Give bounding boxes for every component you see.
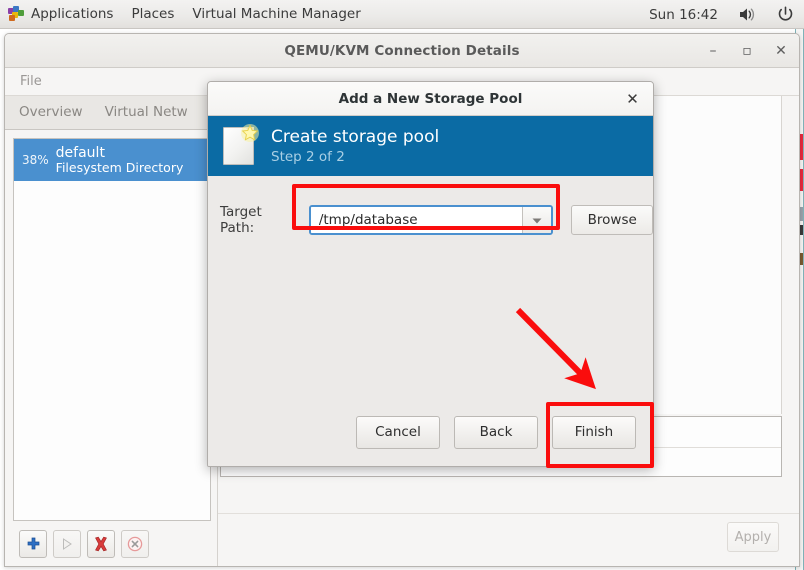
speaker-icon <box>740 8 755 21</box>
applications-menu-label: Applications <box>31 6 114 22</box>
close-button[interactable]: ✕ <box>771 41 791 61</box>
menu-file[interactable]: File <box>14 72 48 91</box>
finish-button[interactable]: Finish <box>552 415 636 449</box>
tab-strip: Overview Virtual Netw <box>5 96 217 130</box>
vmm-menu-label: Virtual Machine Manager <box>192 6 361 22</box>
delete-circle-icon <box>127 536 143 552</box>
window-title: QEMU/KVM Connection Details <box>284 42 520 59</box>
apply-button: Apply <box>727 522 779 552</box>
chevron-down-icon <box>532 218 542 223</box>
target-path-input[interactable] <box>310 207 522 233</box>
dialog-button-bar: Cancel Back Finish <box>208 398 653 466</box>
cancel-button[interactable]: Cancel <box>356 415 440 449</box>
play-icon <box>63 538 72 550</box>
target-path-combo[interactable] <box>308 205 554 235</box>
minimize-button[interactable]: – <box>703 41 723 61</box>
dialog-banner-heading: Create storage pool <box>271 127 440 147</box>
tab-virtual-networks[interactable]: Virtual Netw <box>105 104 188 129</box>
virtual-machine-manager-menu[interactable]: Virtual Machine Manager <box>183 0 369 29</box>
browse-button[interactable]: Browse <box>571 205 653 235</box>
plus-icon <box>27 537 39 549</box>
window-controls: – ▫ ✕ <box>703 34 791 68</box>
pool-toolbar <box>5 521 217 566</box>
target-path-dropdown-button[interactable] <box>521 207 552 233</box>
window-titlebar: QEMU/KVM Connection Details – ▫ ✕ <box>5 34 799 68</box>
delete-pool-button <box>121 530 149 558</box>
add-pool-button[interactable] <box>19 530 47 558</box>
gnome-logo-icon <box>8 6 24 22</box>
stop-pool-button[interactable] <box>87 530 115 558</box>
target-path-label: Target Path: <box>220 204 262 236</box>
clock-label: Sun 16:42 <box>649 6 718 23</box>
target-path-row: Target Path: Browse <box>208 204 653 236</box>
power-button[interactable] <box>767 0 804 29</box>
clock[interactable]: Sun 16:42 <box>639 0 728 29</box>
places-menu-label: Places <box>131 6 175 22</box>
dialog-banner-step: Step 2 of 2 <box>271 149 345 165</box>
left-pane: Overview Virtual Netw 38% default Filesy… <box>5 96 217 566</box>
tab-overview[interactable]: Overview <box>19 104 83 129</box>
volume-button[interactable] <box>728 0 767 29</box>
list-item[interactable]: 38% default Filesystem Directory <box>14 139 210 181</box>
pool-type: Filesystem Directory <box>55 159 184 175</box>
apply-bar: Apply <box>218 513 799 566</box>
maximize-button[interactable]: ▫ <box>737 41 757 61</box>
back-button[interactable]: Back <box>454 415 538 449</box>
pool-usage-percent: 38% <box>22 153 49 167</box>
storage-pool-list[interactable]: 38% default Filesystem Directory <box>13 138 211 521</box>
places-menu[interactable]: Places <box>122 0 183 29</box>
applications-menu[interactable]: Applications <box>0 0 122 29</box>
add-storage-pool-dialog: Add a New Storage Pool ✕ Create storage … <box>207 81 654 467</box>
start-pool-button <box>53 530 81 558</box>
star-badge-icon <box>241 124 259 142</box>
pool-name: default <box>55 144 105 161</box>
power-icon <box>778 6 793 21</box>
new-document-icon <box>223 124 259 167</box>
dialog-title: Add a New Storage Pool <box>338 90 523 107</box>
stop-x-icon <box>95 536 107 552</box>
dialog-close-button[interactable]: ✕ <box>624 91 641 108</box>
dialog-titlebar: Add a New Storage Pool ✕ <box>208 82 653 116</box>
gnome-top-panel: Applications Places Virtual Machine Mana… <box>0 0 804 29</box>
top-panel-status-area: Sun 16:42 <box>639 0 804 29</box>
dialog-content: Target Path: Browse <box>208 176 653 398</box>
dialog-banner: Create storage pool Step 2 of 2 <box>208 116 653 176</box>
